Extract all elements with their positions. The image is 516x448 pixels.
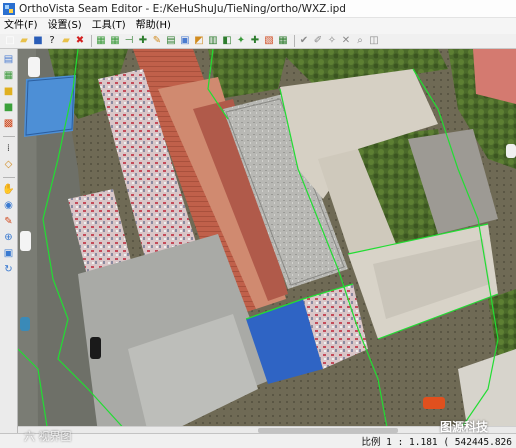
seam-tool-4-icon[interactable]: ✚ (137, 35, 149, 47)
pencil-icon[interactable]: ✐ (312, 35, 324, 47)
menu-help[interactable]: 帮助(H) (131, 18, 176, 34)
paint-icon[interactable]: ✎ (2, 215, 15, 228)
wand-icon[interactable]: ✧ (326, 35, 338, 47)
status-scale: 比例 1 : 1.181 ( 542445.826 (361, 437, 512, 448)
main-toolbar: □ ▰ ■? ▰ ✖ ▦ ▦ ⊣ ✚ ✎ ▤ ▣ ◩ ▥ ◧ ✦ ✚ ▧ ▦ ✔ ✐ ✧ ✕ ⌕ ◫ (0, 34, 516, 49)
seam-tool-10-icon[interactable]: ◧ (221, 35, 233, 47)
toolbar-separator (294, 35, 295, 47)
seam-tool-1-icon[interactable]: ▦ (95, 35, 107, 47)
pan-tool-icon[interactable]: ◫ (368, 35, 380, 47)
seam-tool-13-icon[interactable]: ▧ (263, 35, 275, 47)
menu-settings[interactable]: 设置(S) (43, 18, 87, 34)
seam-tool-6-icon[interactable]: ▤ (165, 35, 177, 47)
open-folder-icon[interactable]: ▰ (18, 35, 30, 47)
help-pointer-icon[interactable]: ? (46, 35, 58, 47)
target-icon[interactable]: ◉ (2, 199, 15, 212)
swatch-icon[interactable]: ▩ (2, 117, 15, 130)
zoom-in-icon[interactable]: ⊕ (2, 231, 15, 244)
dotted-grid-icon[interactable]: ⁞ (2, 142, 15, 155)
seam-tool-7-icon[interactable]: ▣ (179, 35, 191, 47)
title-bar: OrthoVista Seam Editor - E:/KeHuShuJu/Ti… (0, 0, 516, 18)
seam-tool-9-icon[interactable]: ▥ (207, 35, 219, 47)
layer-icon[interactable]: ▤ (2, 53, 15, 66)
check-icon[interactable]: ✔ (298, 35, 310, 47)
grid-icon[interactable]: ▦ (2, 69, 15, 82)
side-toolbar: ▤ ▦ ■ ■ ▩ ⁞ ◇ ✋ ◉ ✎ ⊕ ▣ ↻ (0, 49, 18, 433)
app-icon (3, 2, 15, 15)
wrench-icon[interactable]: ✕ (340, 35, 352, 47)
zoom-tool-icon[interactable]: ⌕ (354, 35, 366, 47)
hand-icon[interactable]: ✋ (2, 183, 15, 196)
delete-icon[interactable]: ✖ (74, 35, 86, 47)
overlay-mark-left: 六 视界图 (24, 430, 72, 443)
polygon-icon[interactable]: ◇ (2, 158, 15, 171)
color-box-icon[interactable]: ■ (2, 85, 15, 98)
seam-tool-12-icon[interactable]: ✚ (249, 35, 261, 47)
menu-file[interactable]: 文件(F) (0, 18, 43, 34)
status-bar: 比例 1 : 1.181 ( 542445.826 (0, 433, 516, 448)
save-icon[interactable]: ■ (32, 35, 44, 47)
seam-tool-3-icon[interactable]: ⊣ (123, 35, 135, 47)
seam-tool-2-icon[interactable]: ▦ (109, 35, 121, 47)
toolbar-separator (91, 35, 92, 47)
new-icon[interactable]: □ (4, 35, 16, 47)
seam-tool-8-icon[interactable]: ◩ (193, 35, 205, 47)
color-box-2-icon[interactable]: ■ (2, 101, 15, 114)
refresh-icon[interactable]: ↻ (2, 263, 15, 276)
window-title: OrthoVista Seam Editor - E:/KeHuShuJu/Ti… (19, 2, 346, 15)
side-toolbar-separator (2, 136, 15, 137)
menu-tools[interactable]: 工具(T) (87, 18, 131, 34)
overlay-mark-right: 图源科技 (440, 420, 489, 434)
seam-tool-11-icon[interactable]: ✦ (235, 35, 247, 47)
orthophoto-image (18, 49, 516, 433)
seam-tool-14-icon[interactable]: ▦ (277, 35, 289, 47)
menu-bar: 文件(F) 设置(S) 工具(T) 帮助(H) (0, 18, 516, 34)
folder-icon[interactable]: ▰ (60, 35, 72, 47)
info-icon[interactable]: ▣ (2, 247, 15, 260)
seam-tool-5-icon[interactable]: ✎ (151, 35, 163, 47)
side-toolbar-separator (2, 177, 15, 178)
orthophoto-canvas[interactable] (18, 49, 516, 433)
